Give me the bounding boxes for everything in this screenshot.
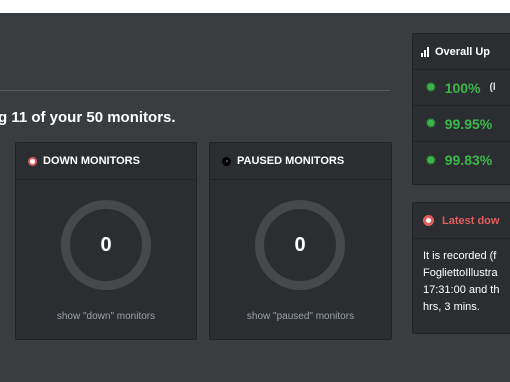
latest-downtime-line: 17:31:00 and th xyxy=(423,284,500,296)
uptime-value: 100% xyxy=(444,79,481,96)
uptime-row: ✹ 99.95% xyxy=(413,106,510,142)
paused-monitors-title: PAUSED MONITORS xyxy=(237,155,345,167)
gear-icon: ✹ xyxy=(425,115,437,131)
uptime-row: ✹ 100% (l xyxy=(413,70,510,106)
overall-uptime-panel: Overall Up ✹ 100% (l ✹ 99.95% ✹ 99.83% xyxy=(412,33,510,185)
down-count: 0 xyxy=(100,233,112,256)
uptime-value: 99.95% xyxy=(444,115,493,132)
alert-ring-icon xyxy=(423,215,434,226)
uptime-note: (l xyxy=(489,82,496,93)
top-bar xyxy=(0,0,510,13)
paused-count-ring: 0 xyxy=(255,200,345,290)
latest-downtime-text: It is recorded (f FogliettoIllustra 17:3… xyxy=(413,239,510,325)
latest-downtime-line: hrs, 3 mins. xyxy=(423,301,480,313)
bar-chart-icon xyxy=(421,46,429,57)
monitor-count-headline: g 11 of your 50 monitors. xyxy=(0,109,176,126)
paused-status-icon xyxy=(222,156,231,166)
paused-monitors-panel: PAUSED MONITORS 0 show "paused" monitors xyxy=(209,142,392,340)
overall-uptime-header: Overall Up xyxy=(413,34,510,70)
show-down-monitors-link[interactable]: show "down" monitors xyxy=(16,311,196,322)
gear-icon: ✹ xyxy=(425,79,437,95)
latest-downtime-header: Latest dow xyxy=(413,203,510,239)
down-status-icon xyxy=(28,156,37,166)
gear-icon: ✹ xyxy=(425,151,437,168)
header-divider xyxy=(0,90,390,91)
latest-downtime-panel: Latest dow It is recorded (f FogliettoIl… xyxy=(412,202,510,334)
uptime-value: 99.83% xyxy=(444,152,493,168)
latest-downtime-line: It is recorded (f xyxy=(423,250,497,262)
down-monitors-title: DOWN MONITORS xyxy=(43,155,140,167)
paused-monitors-header: PAUSED MONITORS xyxy=(210,143,391,180)
paused-count: 0 xyxy=(294,233,306,256)
down-monitors-panel: DOWN MONITORS 0 show "down" monitors xyxy=(15,142,197,340)
latest-downtime-title: Latest dow xyxy=(442,214,500,227)
latest-downtime-line: FogliettoIllustra xyxy=(423,267,498,279)
uptime-row: ✹ 99.83% xyxy=(413,142,510,178)
show-paused-monitors-link[interactable]: show "paused" monitors xyxy=(210,311,391,322)
down-count-ring: 0 xyxy=(61,200,151,290)
down-monitors-header: DOWN MONITORS xyxy=(16,143,196,180)
overall-uptime-title: Overall Up xyxy=(435,45,491,58)
